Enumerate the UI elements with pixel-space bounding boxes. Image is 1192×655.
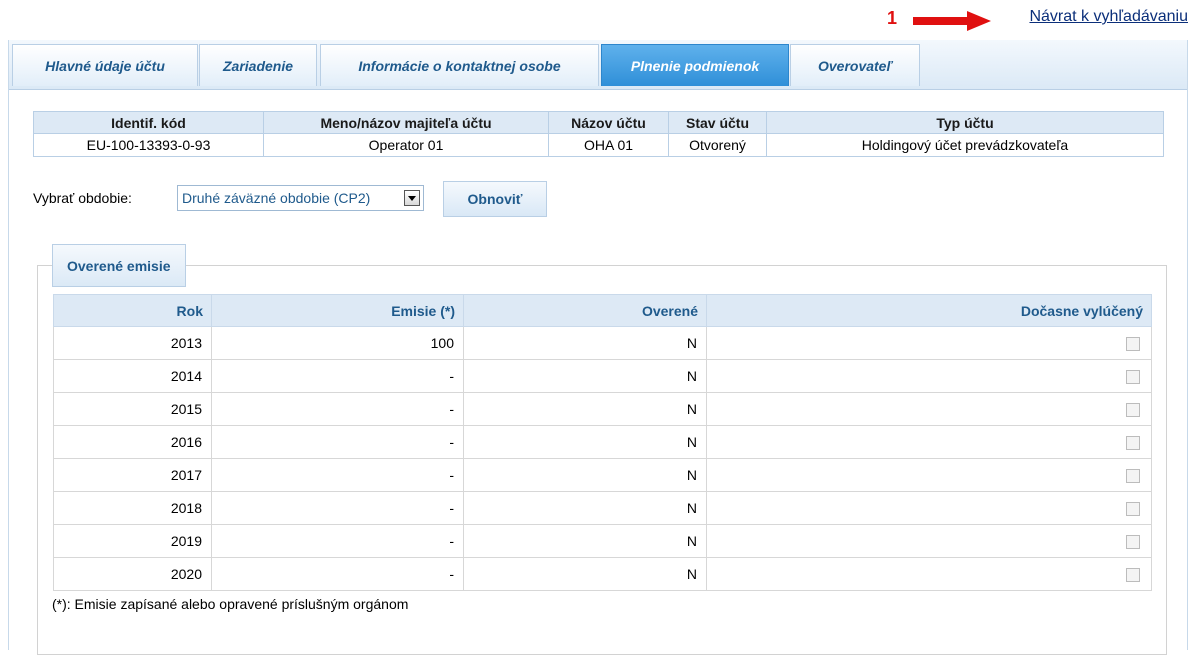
year-cell: 2015 (53, 392, 212, 426)
verified-cell: N (463, 458, 707, 492)
account-type: Holdingový účet prevádzkovateľa (766, 133, 1164, 157)
account-identifier: EU-100-13393-0-93 (33, 133, 264, 157)
table-row: 2015 - N (53, 392, 1152, 426)
emissions-cell: 100 (211, 326, 464, 360)
excluded-cell (706, 557, 1152, 591)
annotation-marker: 1 (887, 8, 898, 28)
tab-bar: Hlavné údaje účtu Zariadenie Informácie … (9, 40, 1187, 90)
excluded-cell (706, 524, 1152, 558)
account-panel: Hlavné údaje účtu Zariadenie Informácie … (8, 40, 1188, 655)
account-info-table: Identif. kód Meno/názov majiteľa účtu Ná… (33, 111, 1164, 157)
tab-contact-person[interactable]: Informácie o kontaktnej osobe (320, 44, 599, 86)
header-identifier: Identif. kód (33, 111, 264, 134)
tab-main-account-data[interactable]: Hlavné údaje účtu (12, 44, 198, 86)
excluded-checkbox[interactable] (1126, 337, 1140, 352)
verified-cell: N (463, 425, 707, 459)
year-cell: 2016 (53, 425, 212, 459)
year-cell: 2019 (53, 524, 212, 558)
year-cell: 2014 (53, 359, 212, 393)
account-status: Otvorený (668, 133, 767, 157)
tab-verifier[interactable]: Overovateľ (790, 44, 920, 86)
year-cell: 2013 (53, 326, 212, 360)
emissions-cell: - (211, 359, 464, 393)
arrow-right-icon (913, 11, 991, 31)
verified-cell: N (463, 326, 707, 360)
year-cell: 2017 (53, 458, 212, 492)
account-name: OHA 01 (548, 133, 669, 157)
tab-compliance[interactable]: Plnenie podmienok (601, 44, 789, 86)
account-owner: Operator 01 (263, 133, 549, 157)
excluded-cell (706, 392, 1152, 426)
emissions-table: Rok Emisie (*) Overené Dočasne vylúčený … (53, 294, 1152, 591)
emissions-cell: - (211, 425, 464, 459)
header-emissions: Emisie (*) (211, 294, 464, 327)
verified-cell: N (463, 491, 707, 525)
chevron-down-icon[interactable] (404, 190, 420, 206)
table-row: 2013 100 N (53, 326, 1152, 360)
header-owner: Meno/názov majiteľa účtu (263, 111, 549, 134)
excluded-checkbox[interactable] (1126, 502, 1140, 517)
table-row: EU-100-13393-0-93 Operator 01 OHA 01 Otv… (33, 133, 1164, 157)
emissions-cell: - (211, 557, 464, 591)
excluded-cell (706, 359, 1152, 393)
excluded-checkbox[interactable] (1126, 535, 1140, 550)
refresh-button[interactable]: Obnoviť (443, 181, 547, 217)
excluded-checkbox[interactable] (1126, 436, 1140, 451)
header-verified: Overené (463, 294, 707, 327)
header-account-status: Stav účtu (668, 111, 767, 134)
excluded-cell (706, 491, 1152, 525)
period-selector-row: Vybrať obdobie: Druhé záväzné obdobie (C… (33, 180, 833, 218)
table-row: 2016 - N (53, 425, 1152, 459)
excluded-checkbox[interactable] (1126, 568, 1140, 583)
verified-cell: N (463, 557, 707, 591)
header-year: Rok (53, 294, 212, 327)
period-selected-value: Druhé záväzné obdobie (CP2) (182, 190, 371, 206)
emissions-footnote: (*): Emisie zapísané alebo opravené prís… (52, 596, 409, 612)
excluded-cell (706, 425, 1152, 459)
table-row: 2017 - N (53, 458, 1152, 492)
table-row: 2018 - N (53, 491, 1152, 525)
verified-emissions-title: Overené emisie (52, 244, 186, 287)
header-account-name: Názov účtu (548, 111, 669, 134)
verified-cell: N (463, 392, 707, 426)
emissions-cell: - (211, 458, 464, 492)
table-row: 2014 - N (53, 359, 1152, 393)
excluded-cell (706, 326, 1152, 360)
tab-installation[interactable]: Zariadenie (199, 44, 317, 86)
table-row: 2019 - N (53, 524, 1152, 558)
period-select[interactable]: Druhé záväzné obdobie (CP2) (177, 185, 424, 211)
excluded-checkbox[interactable] (1126, 370, 1140, 385)
top-bar: 1 Návrat k vyhľadávaniu (0, 0, 1192, 38)
emissions-cell: - (211, 491, 464, 525)
table-row: 2020 - N (53, 557, 1152, 591)
header-account-type: Typ účtu (766, 111, 1164, 134)
year-cell: 2020 (53, 557, 212, 591)
header-temporarily-excluded: Dočasne vylúčený (706, 294, 1152, 327)
period-label: Vybrať obdobie: (33, 190, 132, 206)
excluded-checkbox[interactable] (1126, 469, 1140, 484)
verified-cell: N (463, 524, 707, 558)
excluded-checkbox[interactable] (1126, 403, 1140, 418)
emissions-cell: - (211, 392, 464, 426)
emissions-cell: - (211, 524, 464, 558)
verified-cell: N (463, 359, 707, 393)
year-cell: 2018 (53, 491, 212, 525)
excluded-cell (706, 458, 1152, 492)
back-to-search-link[interactable]: Návrat k vyhľadávaniu (1029, 8, 1188, 26)
